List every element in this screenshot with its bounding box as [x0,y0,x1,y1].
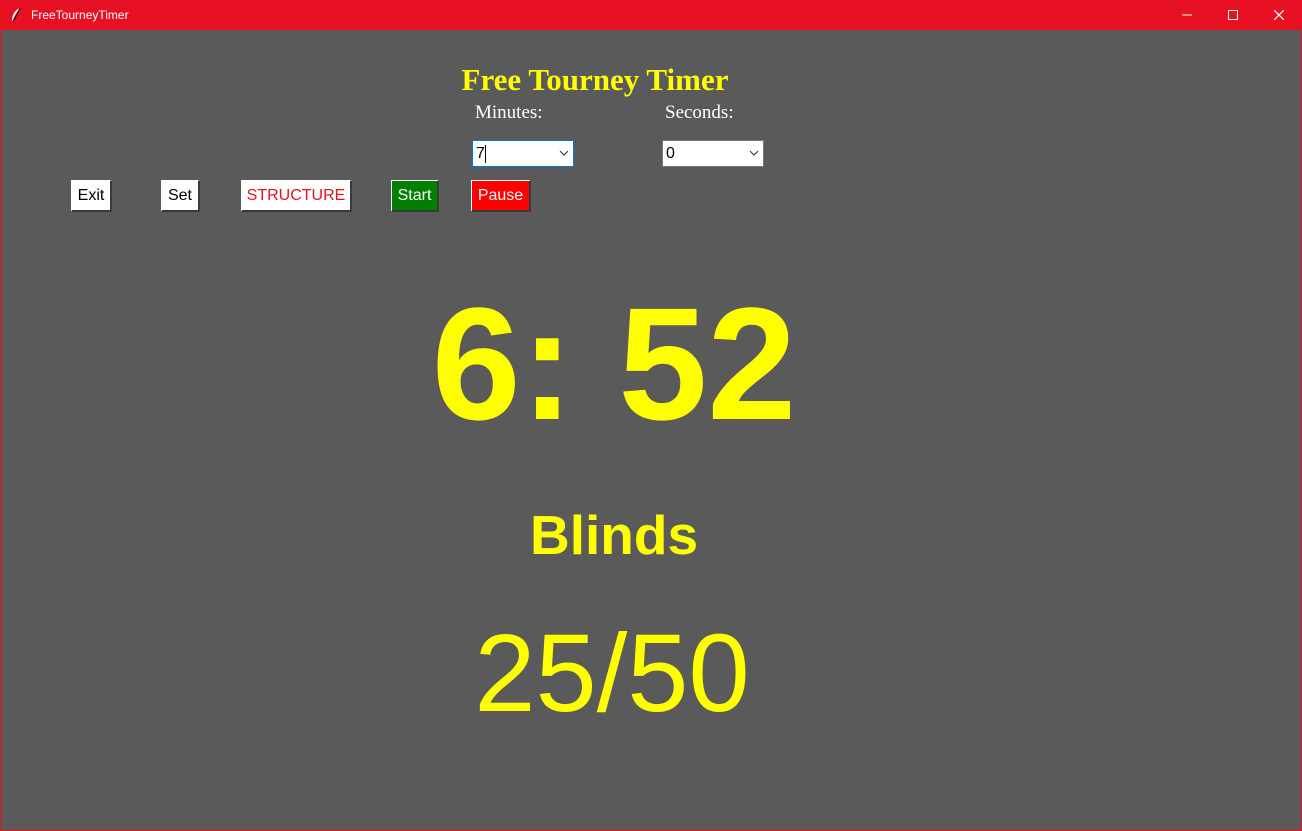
timer-display: 6: 52 [431,274,797,453]
structure-button[interactable]: STRUCTURE [241,180,352,212]
chevron-down-icon[interactable] [749,150,759,157]
pause-button[interactable]: Pause [471,180,531,212]
blinds-label: Blinds [529,504,699,566]
window-title: FreeTourneyTimer [31,8,129,22]
seconds-select[interactable]: 0 [662,140,764,167]
close-button[interactable] [1256,0,1302,30]
minutes-select[interactable]: 7 [472,140,574,167]
exit-button[interactable]: Exit [71,180,112,212]
minutes-label: Minutes: [475,102,543,123]
close-icon [1274,10,1284,20]
set-button[interactable]: Set [161,180,200,212]
seconds-value: 0 [666,145,675,162]
seconds-label: Seconds: [665,102,734,123]
minutes-value: 7 [476,145,485,162]
blinds-value: 25/50 [474,612,750,735]
maximize-icon [1228,10,1238,20]
title-bar[interactable]: FreeTourneyTimer [1,0,1302,30]
app-title: Free Tourney Timer [461,62,729,97]
text-caret [485,145,486,163]
start-button[interactable]: Start [391,180,439,212]
feather-icon [9,7,23,23]
app-window: FreeTourneyTimer Free Tourney Timer Minu… [0,0,1302,831]
minimize-icon [1182,14,1192,16]
minimize-button[interactable] [1164,0,1210,30]
chevron-down-icon[interactable] [559,150,569,157]
maximize-button[interactable] [1210,0,1256,30]
